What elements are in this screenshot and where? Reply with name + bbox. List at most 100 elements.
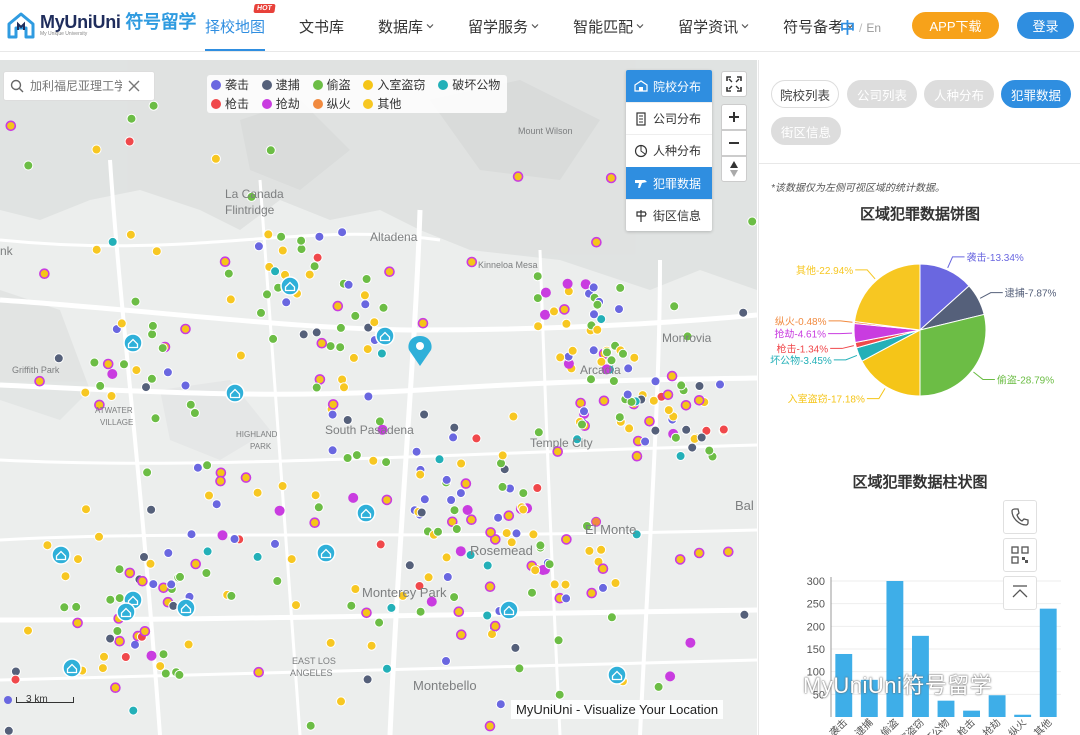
crime-dot[interactable] — [376, 348, 387, 359]
bar-破坏公物[interactable] — [937, 700, 955, 717]
crime-dot[interactable] — [598, 395, 610, 407]
crime-dot[interactable] — [107, 369, 118, 379]
crime-dot[interactable] — [180, 323, 191, 335]
crime-dot[interactable] — [442, 572, 453, 582]
crime-dot[interactable] — [462, 505, 473, 515]
crime-dot[interactable] — [381, 494, 393, 506]
crime-dot[interactable] — [327, 399, 339, 410]
crime-dot[interactable] — [510, 642, 521, 653]
crime-dot[interactable] — [125, 229, 136, 240]
school-pin-icon[interactable] — [280, 276, 300, 296]
crime-dot[interactable] — [650, 425, 661, 436]
crime-dot[interactable] — [493, 512, 504, 523]
crime-dot[interactable] — [451, 524, 462, 534]
crime-dot[interactable] — [359, 290, 370, 301]
crime-dot[interactable] — [335, 322, 346, 333]
crime-dot[interactable] — [466, 256, 478, 268]
crime-dot[interactable] — [342, 453, 353, 463]
crime-dot[interactable] — [314, 231, 325, 242]
crime-dot[interactable] — [309, 517, 321, 529]
crime-dot[interactable] — [343, 279, 354, 290]
crime-dot[interactable] — [192, 462, 203, 473]
crime-dot[interactable] — [511, 528, 522, 539]
crime-dot[interactable] — [114, 635, 125, 647]
crime-dot[interactable] — [675, 451, 686, 461]
crime-dot[interactable] — [669, 301, 680, 312]
crime-dot[interactable] — [555, 352, 566, 363]
crime-dot[interactable] — [112, 626, 123, 636]
crime-dot[interactable] — [489, 620, 501, 632]
crime-dot[interactable] — [130, 639, 140, 650]
crime-dot[interactable] — [693, 394, 705, 406]
crime-dot[interactable] — [561, 534, 572, 545]
crime-dot[interactable] — [441, 656, 451, 666]
crime-dot[interactable] — [670, 432, 681, 443]
crime-dot[interactable] — [455, 629, 467, 641]
crime-dot[interactable] — [313, 502, 324, 513]
crime-dot[interactable] — [219, 256, 231, 267]
crime-dot[interactable] — [605, 172, 617, 184]
crime-dot[interactable] — [94, 531, 104, 542]
clear-icon[interactable] — [128, 80, 140, 92]
layer-street[interactable]: 街区信息 — [626, 199, 712, 231]
crime-dot[interactable] — [423, 572, 434, 583]
crime-dot[interactable] — [449, 422, 460, 433]
crime-dot[interactable] — [185, 399, 196, 410]
map-search-input[interactable] — [30, 79, 122, 93]
crime-dot[interactable] — [449, 592, 460, 603]
layer-ethnicity[interactable]: 人种分布 — [626, 134, 712, 166]
crime-dot[interactable] — [415, 469, 426, 480]
crime-dot[interactable] — [298, 329, 309, 340]
crime-dot[interactable] — [747, 216, 757, 227]
crime-dot[interactable] — [146, 504, 157, 515]
crime-dot[interactable] — [577, 419, 587, 430]
crime-dot[interactable] — [644, 415, 655, 427]
fullscreen-button[interactable] — [721, 71, 747, 97]
legend-item[interactable]: 枪击 — [211, 95, 252, 112]
crime-dot[interactable] — [559, 304, 570, 315]
crime-dot[interactable] — [95, 380, 106, 391]
nav-school-map[interactable]: 择校地图 HOT — [205, 3, 276, 51]
crime-dot[interactable] — [549, 579, 560, 590]
crime-dot[interactable] — [150, 413, 161, 424]
crime-dot[interactable] — [225, 294, 236, 305]
nav-study-services[interactable]: 留学服务 — [468, 16, 539, 37]
crime-dot[interactable] — [327, 445, 338, 456]
crime-dot[interactable] — [694, 381, 705, 391]
crime-dot[interactable] — [722, 546, 734, 558]
crime-dot[interactable] — [560, 579, 571, 590]
crime-dot[interactable] — [549, 306, 559, 317]
crime-dot[interactable] — [589, 309, 599, 320]
school-pin-icon[interactable] — [499, 600, 519, 620]
crime-dot[interactable] — [139, 625, 151, 637]
crime-dot[interactable] — [460, 478, 472, 489]
crime-dot[interactable] — [584, 545, 595, 556]
crime-dot[interactable] — [332, 300, 344, 312]
crime-dot[interactable] — [687, 442, 698, 453]
crime-dot[interactable] — [497, 481, 508, 492]
nav-smart-match[interactable]: 智能匹配 — [573, 16, 644, 37]
crime-dot[interactable] — [53, 353, 64, 364]
crime-dot[interactable] — [738, 307, 749, 318]
crime-dot[interactable] — [120, 652, 131, 662]
crime-dot[interactable] — [99, 651, 109, 662]
crime-dot[interactable] — [186, 529, 197, 540]
crime-dot[interactable] — [554, 689, 565, 700]
crime-dot[interactable] — [532, 271, 543, 282]
crime-dot[interactable] — [91, 144, 102, 155]
crime-dot[interactable] — [141, 382, 151, 393]
crime-dot[interactable] — [124, 567, 136, 579]
crime-dot[interactable] — [268, 333, 279, 344]
crime-dot[interactable] — [311, 382, 322, 393]
crime-dot[interactable] — [561, 318, 572, 329]
crime-dot[interactable] — [362, 344, 373, 355]
crime-dot[interactable] — [235, 350, 246, 361]
bar-其他[interactable] — [1039, 608, 1057, 717]
crime-dot[interactable] — [124, 136, 135, 147]
crime-dot[interactable] — [252, 487, 263, 498]
crime-dot[interactable] — [739, 609, 750, 620]
crime-dot[interactable] — [3, 725, 14, 735]
crime-dot[interactable] — [514, 663, 525, 674]
crime-dot[interactable] — [650, 376, 661, 387]
crime-dot[interactable] — [503, 510, 515, 522]
